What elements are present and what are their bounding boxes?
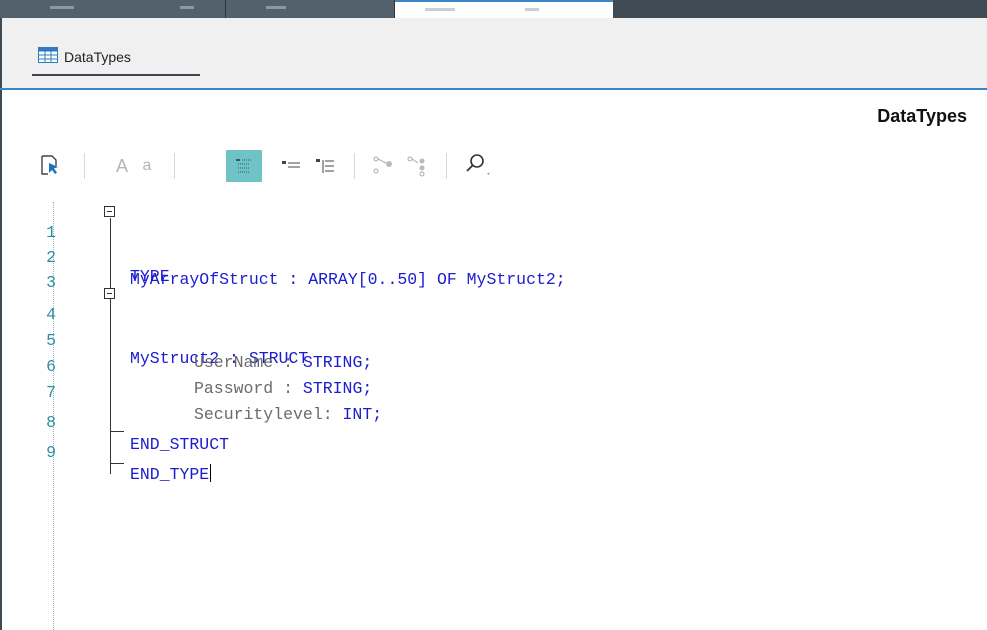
text-caret (210, 464, 212, 482)
code-line: 5 UserName : STRING; (38, 308, 938, 372)
code-lines: 1 TYPE 2 MyArrayOfStruct : ARRAY[0..50] … (38, 200, 978, 630)
code-line: 3 (38, 250, 938, 292)
fold-toggle-icon[interactable] (104, 288, 115, 299)
code-line: 8 END_STRUCT (38, 390, 938, 454)
fold-toggle-icon[interactable] (104, 206, 115, 217)
top-tab-1[interactable] (0, 0, 226, 18)
branch-nodes-icon[interactable] (404, 150, 432, 182)
code-line: 2 MyArrayOfStruct : ARRAY[0..50] OF MySt… (38, 225, 938, 289)
indent-decrease-icon[interactable] (278, 150, 304, 182)
code-line: 1 TYPE (38, 200, 938, 286)
view-outline-icon[interactable] (226, 150, 262, 182)
code-text: END_TYPE (130, 464, 212, 486)
code-line: 6 Password : STRING; (38, 334, 938, 398)
page-title: DataTypes (877, 106, 967, 126)
toolbar-separator (174, 153, 175, 179)
toolbar-separator (354, 153, 355, 179)
code-line: 7 Securitylevel: INT; (38, 360, 938, 424)
tab-datatypes-label: DataTypes (64, 49, 131, 65)
search-icon[interactable] (460, 150, 496, 182)
code-line: 4 MyStruct2 : STRUCT (38, 282, 938, 368)
line-number: 9 (46, 443, 56, 462)
editor-tab-bar: DataTypes (0, 18, 987, 90)
font-smaller-icon[interactable]: a (138, 150, 156, 182)
select-cursor-icon[interactable] (36, 150, 64, 182)
top-tab-2[interactable] (226, 0, 395, 18)
editor-pane: DataTypes A a 1 TYPE 2 MyArrayOfStruct:… (0, 90, 987, 630)
editor-toolbar: A a (36, 150, 596, 184)
table-icon (38, 46, 58, 68)
code-line: 9 END_TYPE (38, 420, 938, 484)
top-tab-3-active[interactable] (395, 0, 613, 18)
code-text-end-type: END_TYPE (130, 465, 210, 484)
toolbar-separator (446, 153, 447, 179)
font-larger-icon[interactable]: A (112, 150, 132, 182)
top-tab-strip (0, 0, 987, 18)
tab-datatypes[interactable]: DataTypes (32, 40, 200, 76)
connect-nodes-icon[interactable] (370, 150, 398, 182)
indent-increase-icon[interactable] (312, 150, 338, 182)
toolbar-separator (84, 153, 85, 179)
